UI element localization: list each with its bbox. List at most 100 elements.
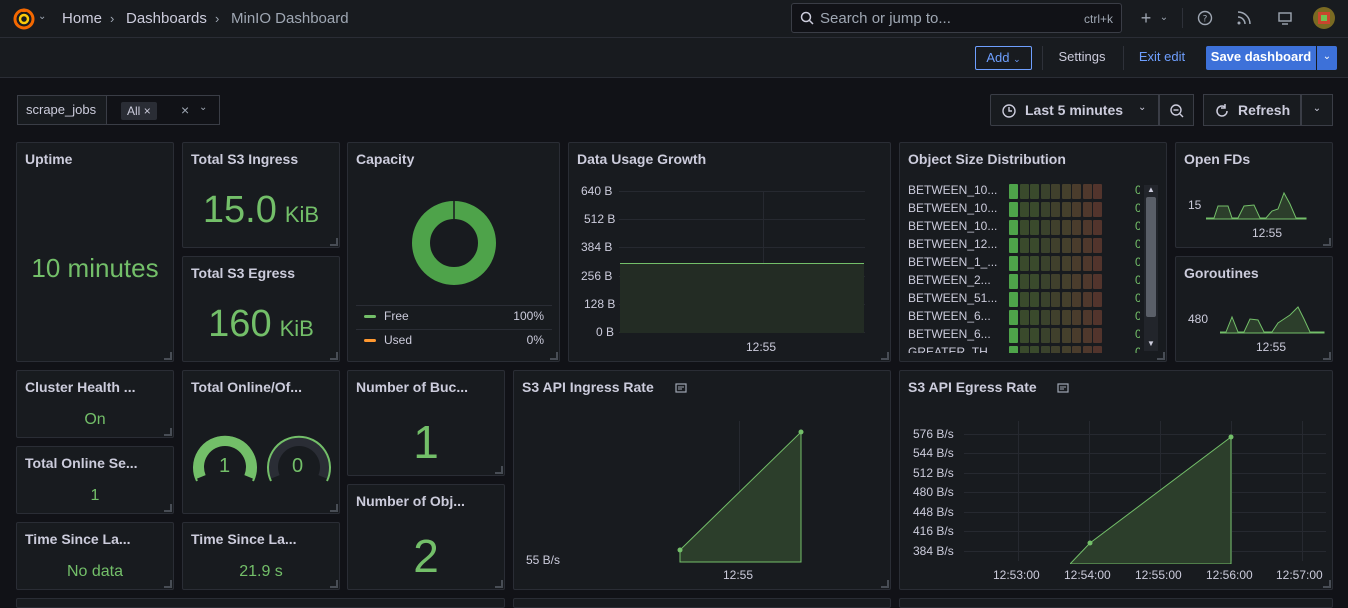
breadcrumb-separator-icon: › [110,11,115,26]
legend-value: 0% [526,333,544,347]
time-picker[interactable]: Last 5 minutes ⌄ [990,94,1159,126]
panel-total-s3-ingress[interactable]: Total S3 Ingress 15.0 KiB [182,142,340,248]
panel-number-of-objects[interactable]: Number of Obj... 2 [347,484,505,590]
panel-title: Total Online Se... [25,455,138,471]
panel-info-icon[interactable] [1056,381,1070,395]
heatmap-cell [1072,274,1081,289]
panel-title: S3 API Egress Rate [908,379,1037,395]
top-nav-bar: ⌄ Home › Dashboards › MinIO Dashboard Se… [0,0,1348,38]
scroll-up-icon[interactable]: ▲ [1147,185,1155,194]
user-avatar[interactable] [1313,7,1335,29]
breadcrumb-dashboards[interactable]: Dashboards [126,10,207,27]
panel-open-fds[interactable]: Open FDs 15 12:55 [1175,142,1333,248]
resize-handle[interactable] [330,238,338,246]
panel-capacity[interactable]: Capacity Free 100% Used 0% [347,142,560,362]
resize-handle[interactable] [1323,352,1331,360]
panel-time-since-a[interactable]: Time Since La... No data [16,522,174,590]
resize-handle[interactable] [330,352,338,360]
heatmap-cell [1009,256,1018,271]
panel-time-since-b[interactable]: Time Since La... 21.9 s [182,522,340,590]
panel-online-servers[interactable]: Total Online Se... 1 [16,446,174,514]
resize-handle[interactable] [330,504,338,512]
zoom-out-button[interactable] [1159,94,1194,126]
panel-info-icon[interactable] [674,381,688,395]
heatmap-cell [1082,256,1092,271]
rss-news-icon[interactable] [1232,6,1256,30]
panel-title: Cluster Health ... [25,379,136,395]
heatmap-cell [1072,328,1081,343]
variable-select[interactable]: All × × ⌄ [106,95,220,125]
series-area [1070,434,1234,564]
heatmap-cell [1009,346,1018,353]
clear-icon[interactable]: × [181,102,189,118]
breadcrumb-home[interactable]: Home [62,10,102,27]
chevron-down-icon: ⌄ [1138,102,1147,113]
panel-total-s3-egress[interactable]: Total S3 Egress 160 KiB [182,256,340,362]
add-button[interactable]: Add ⌄ [975,46,1032,70]
heatmap-cell [1082,238,1092,253]
panel-number-of-buckets[interactable]: Number of Buc... 1 [347,370,505,476]
resize-handle[interactable] [164,428,172,436]
resize-handle[interactable] [164,504,172,512]
panel-bottom-left[interactable] [16,598,505,608]
scroll-down-icon[interactable]: ▼ [1147,339,1155,348]
save-dashboard-button[interactable]: Save dashboard [1206,46,1316,70]
search-input[interactable]: Search or jump to... ctrl+k [791,3,1122,33]
heatmap-cell [1061,346,1071,353]
heatmap-cell [1040,184,1050,199]
refresh-interval-button[interactable]: ⌄ [1301,94,1333,126]
refresh-button[interactable]: Refresh [1203,94,1301,126]
panel-data-usage-growth[interactable]: Data Usage Growth 640 B 512 B 384 B 256 … [568,142,891,362]
stat-unit: KiB [279,316,314,341]
legend-value: 100% [513,309,544,323]
resize-handle[interactable] [330,580,338,588]
legend-item-free[interactable]: Free 100% [364,309,544,323]
panel-online-offline[interactable]: Total Online/Of... 1 0 [182,370,340,514]
heatmap-cell [1040,274,1050,289]
kiosk-mode-icon[interactable] [1273,6,1297,30]
panel-cluster-health[interactable]: Cluster Health ... On [16,370,174,438]
zoom-out-icon [1170,104,1184,118]
resize-handle[interactable] [495,466,503,474]
heatmap-cell [1082,328,1092,343]
resize-handle[interactable] [881,580,889,588]
heatmap-cell [1072,184,1081,199]
grafana-logo-icon[interactable] [12,7,36,31]
y-tick: 416 B/s [913,524,954,538]
variable-chip[interactable]: All × [121,102,157,120]
settings-button[interactable]: Settings [1052,46,1112,70]
resize-handle[interactable] [164,580,172,588]
panel-bottom-right[interactable] [899,598,1333,608]
chevron-down-icon[interactable]: ⌄ [38,11,46,22]
heatmap-cell [1009,238,1018,253]
resize-handle[interactable] [1157,352,1165,360]
panel-object-size-distribution[interactable]: Object Size Distribution BETWEEN_10...0B… [899,142,1167,362]
donut-chart [412,201,496,285]
heatmap-cell [1093,256,1102,271]
resize-handle[interactable] [1323,580,1331,588]
panel-uptime[interactable]: Uptime 10 minutes [16,142,174,362]
scrollbar[interactable]: ▲ ▼ [1144,185,1158,351]
heatmap-cell [1019,292,1029,307]
resize-handle[interactable] [164,352,172,360]
help-icon[interactable]: ? [1193,6,1217,30]
resize-handle[interactable] [1323,238,1331,246]
panel-s3-egress-rate[interactable]: S3 API Egress Rate 576 B/s 544 B/s 512 B… [899,370,1333,590]
heatmap-cell [1019,256,1029,271]
chevron-down-icon[interactable]: ⌄ [1152,6,1176,30]
heatmap-row-label: BETWEEN_12... [908,237,998,251]
resize-handle[interactable] [550,352,558,360]
save-options-chevron-icon[interactable]: ⌄ [1317,46,1337,70]
resize-handle[interactable] [881,352,889,360]
panel-bottom-middle[interactable] [513,598,891,608]
panel-goroutines[interactable]: Goroutines 480 12:55 [1175,256,1333,362]
exit-edit-button[interactable]: Exit edit [1132,46,1192,70]
resize-handle[interactable] [495,580,503,588]
legend-item-used[interactable]: Used 0% [364,333,544,347]
scroll-thumb[interactable] [1146,197,1156,317]
remove-chip-icon[interactable]: × [144,104,151,118]
panel-s3-ingress-rate[interactable]: S3 API Ingress Rate 55 B/s 12:55 [513,370,891,590]
y-tick: 480 [1188,312,1209,326]
x-tick: 12:53:00 [993,568,1040,582]
chevron-down-icon[interactable]: ⌄ [199,102,207,113]
